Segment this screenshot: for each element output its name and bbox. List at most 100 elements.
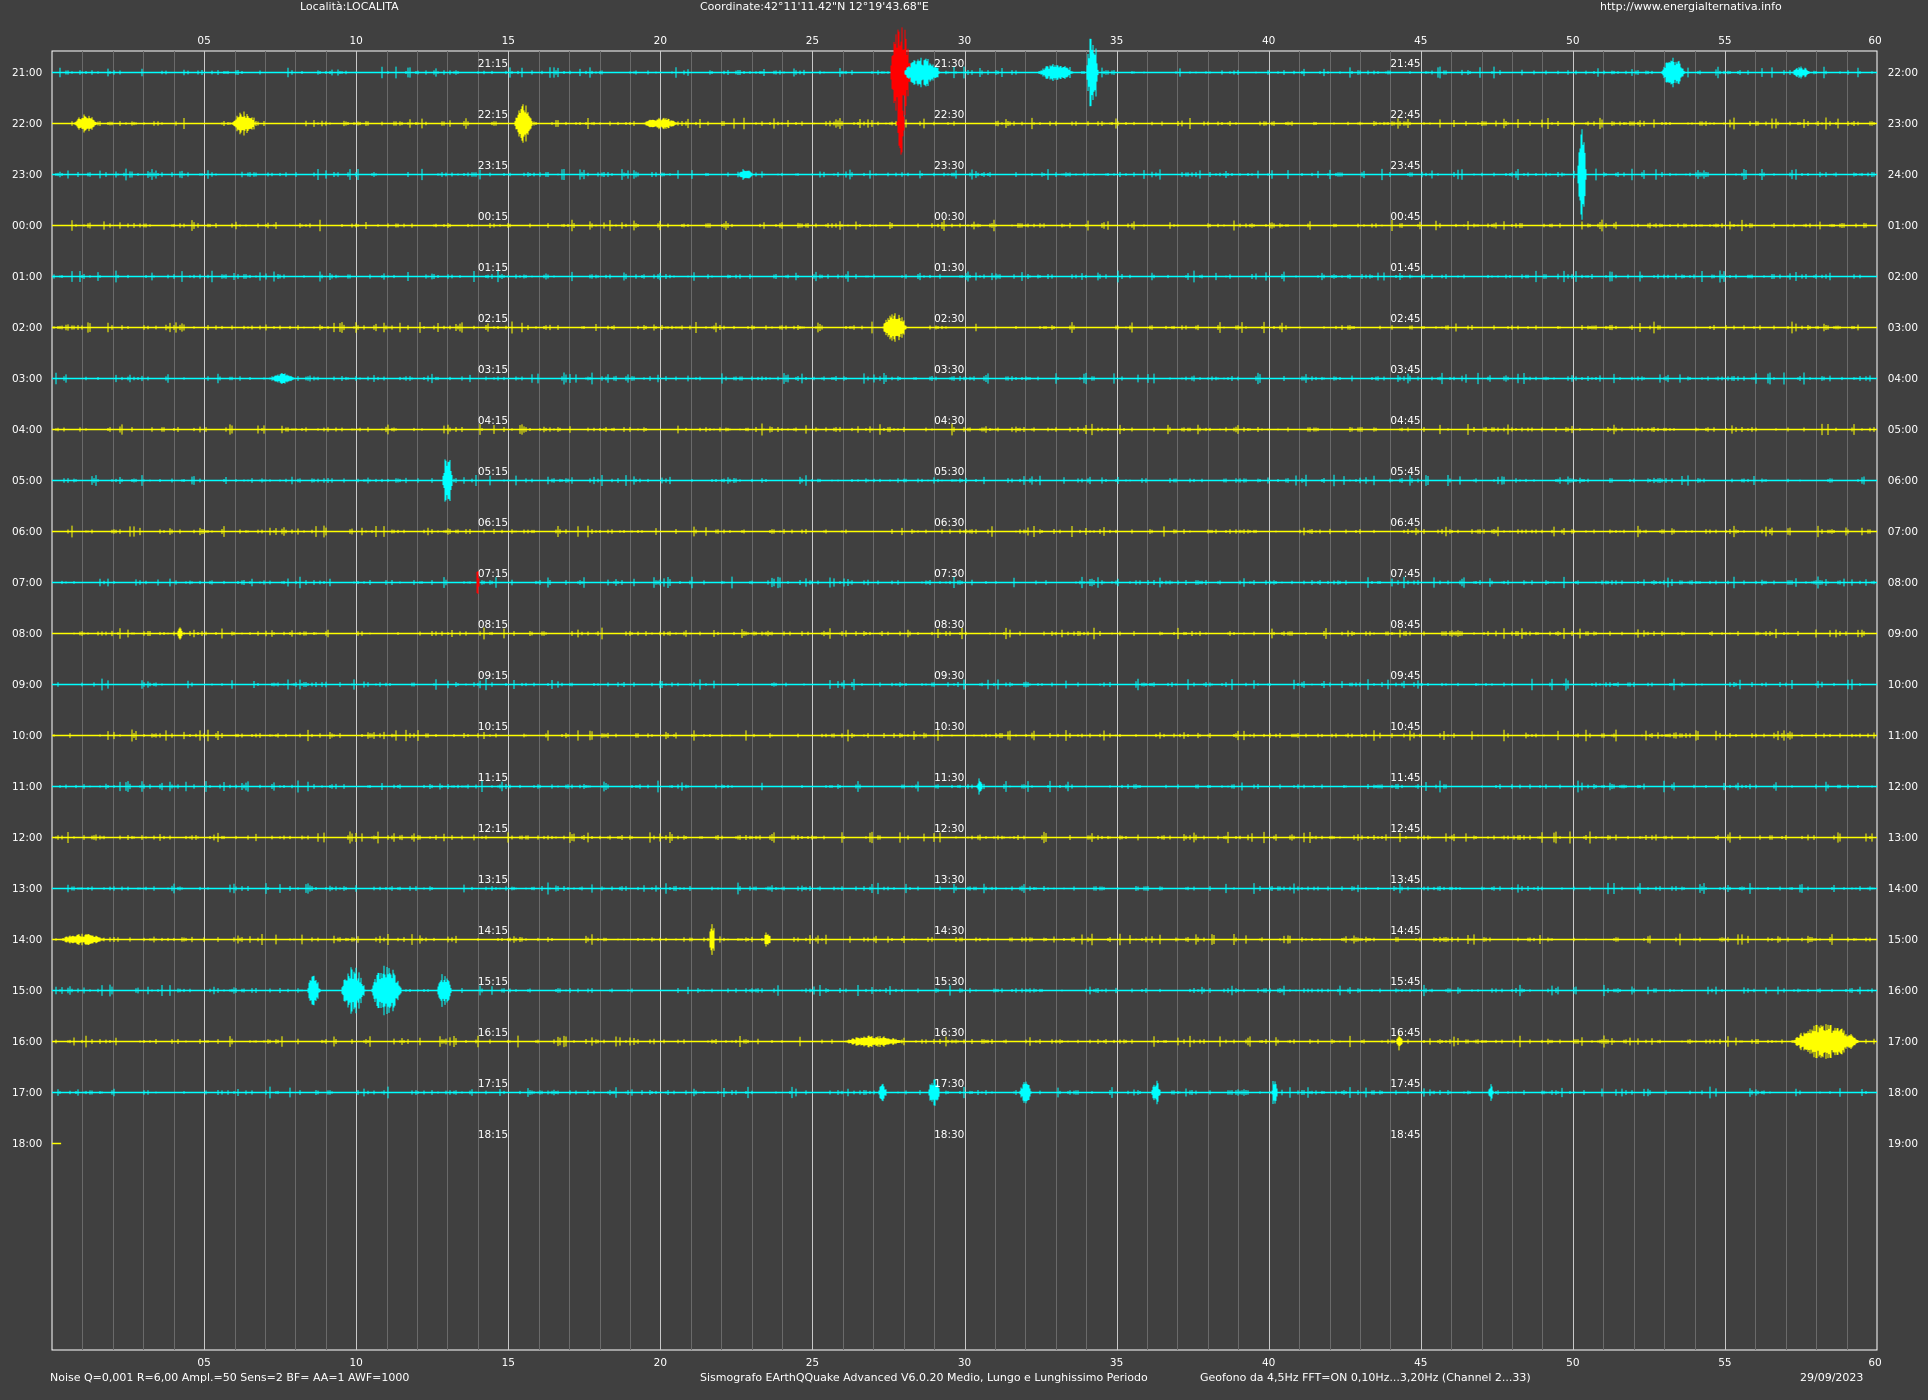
- x-tick-label-top: 15: [502, 35, 515, 47]
- row-time-label-left: 17:00: [12, 1087, 42, 1099]
- row-time-label-right: 18:00: [1888, 1087, 1918, 1099]
- seismic-event: [1487, 1084, 1494, 1101]
- x-tick-label-bottom: 40: [1262, 1357, 1275, 1369]
- quarter-time-label: 07:45: [1390, 568, 1420, 580]
- row-time-label-left: 07:00: [12, 577, 42, 589]
- row-time-label-left: 10:00: [12, 730, 42, 742]
- row-time-label-right: 17:00: [1888, 1036, 1918, 1048]
- row-time-label-left: 18:00: [12, 1138, 42, 1150]
- quarter-time-label: 04:15: [478, 415, 508, 427]
- x-tick-label-bottom: 30: [958, 1357, 971, 1369]
- quarter-time-label: 01:45: [1390, 262, 1420, 274]
- quarter-time-label: 23:45: [1390, 160, 1420, 172]
- quarter-time-label: 06:45: [1390, 517, 1420, 529]
- quarter-time-label: 17:45: [1390, 1078, 1420, 1090]
- quarter-time-label: 04:30: [934, 415, 964, 427]
- quarter-time-label: 14:15: [478, 925, 508, 937]
- x-tick-label-top: 05: [197, 35, 210, 47]
- row-time-label-right: 04:00: [1888, 373, 1918, 385]
- seismic-event: [878, 1083, 887, 1102]
- row-time-label-right: 14:00: [1888, 883, 1918, 895]
- x-tick-label-bottom: 05: [197, 1357, 210, 1369]
- row-time-label-left: 23:00: [12, 169, 42, 181]
- quarter-time-label: 23:30: [934, 160, 964, 172]
- x-tick-label-top: 35: [1110, 35, 1123, 47]
- seismic-event: [1661, 57, 1686, 88]
- quarter-time-label: 00:45: [1390, 211, 1420, 223]
- x-tick-label-top: 40: [1262, 35, 1275, 47]
- row-time-label-left: 22:00: [12, 118, 42, 130]
- quarter-time-label: 18:45: [1390, 1129, 1420, 1141]
- quarter-time-label: 07:15: [478, 568, 508, 580]
- row-time-label-right: 06:00: [1888, 475, 1918, 487]
- quarter-time-label: 15:15: [478, 976, 508, 988]
- row-time-label-left: 11:00: [12, 781, 42, 793]
- row-time-label-left: 05:00: [12, 475, 42, 487]
- quarter-time-label: 15:30: [934, 976, 964, 988]
- grid: [51, 50, 1878, 1351]
- row-time-label-right: 15:00: [1888, 934, 1918, 946]
- seismic-event: [1019, 1081, 1032, 1104]
- quarter-time-label: 14:30: [934, 925, 964, 937]
- seismic-event: [738, 169, 753, 180]
- row-time-label-right: 10:00: [1888, 679, 1918, 691]
- quarter-time-label: 15:45: [1390, 976, 1420, 988]
- row-time-label-left: 09:00: [12, 679, 42, 691]
- quarter-time-label: 21:45: [1390, 58, 1420, 70]
- x-tick-label-top: 20: [654, 35, 667, 47]
- seismic-event: [307, 975, 320, 1006]
- quarter-time-label: 16:45: [1390, 1027, 1420, 1039]
- x-tick-label-bottom: 25: [806, 1357, 819, 1369]
- x-tick-label-top: 55: [1718, 35, 1731, 47]
- row-time-label-left: 04:00: [12, 424, 42, 436]
- row-time-label-left: 01:00: [12, 271, 42, 283]
- seismic-event: [442, 459, 453, 502]
- x-tick-label-top: 60: [1868, 35, 1881, 47]
- row-time-label-right: 02:00: [1888, 271, 1918, 283]
- x-tick-label-bottom: 50: [1566, 1357, 1579, 1369]
- quarter-time-label: 09:15: [478, 670, 508, 682]
- row-time-label-left: 21:00: [12, 67, 42, 79]
- x-tick-label-bottom: 35: [1110, 1357, 1123, 1369]
- seismic-event: [763, 932, 770, 947]
- quarter-time-label: 22:45: [1390, 109, 1420, 121]
- quarter-time-label: 06:30: [934, 517, 964, 529]
- quarter-time-label: 01:30: [934, 262, 964, 274]
- seismic-event: [1792, 1024, 1859, 1059]
- x-tick-label-bottom: 20: [654, 1357, 667, 1369]
- row-time-label-left: 15:00: [12, 985, 42, 997]
- quarter-time-label: 13:45: [1390, 874, 1420, 886]
- quarter-time-label: 10:30: [934, 721, 964, 733]
- quarter-time-label: 05:45: [1390, 466, 1420, 478]
- quarter-time-label: 08:30: [934, 619, 964, 631]
- seismic-event: [1792, 66, 1810, 79]
- quarter-time-label: 05:15: [478, 466, 508, 478]
- quarter-time-label: 12:45: [1390, 823, 1420, 835]
- seismic-event: [642, 117, 678, 130]
- settings-label: Noise Q=0,001 R=6,00 Ampl.=50 Sens=2 BF=…: [50, 1371, 410, 1384]
- x-tick-label-bottom: 45: [1414, 1357, 1427, 1369]
- x-tick-label-top: 30: [958, 35, 971, 47]
- quarter-time-label: 04:45: [1390, 415, 1420, 427]
- quarter-time-label: 17:15: [478, 1078, 508, 1090]
- quarter-time-label: 11:15: [478, 772, 508, 784]
- quarter-time-label: 23:15: [478, 160, 508, 172]
- quarter-time-label: 05:30: [934, 466, 964, 478]
- quarter-time-label: 18:15: [478, 1129, 508, 1141]
- row-time-label-left: 06:00: [12, 526, 42, 538]
- seismic-event: [371, 965, 402, 1016]
- x-tick-label-top: 10: [349, 35, 362, 47]
- row-time-label-right: 24:00: [1888, 169, 1918, 181]
- quarter-time-label: 10:15: [478, 721, 508, 733]
- x-tick-label-top: 45: [1414, 35, 1427, 47]
- quarter-time-label: 16:15: [478, 1027, 508, 1039]
- row-time-label-right: 01:00: [1888, 220, 1918, 232]
- quarter-time-label: 02:15: [478, 313, 508, 325]
- x-tick-label-bottom: 10: [349, 1357, 362, 1369]
- row-time-label-left: 03:00: [12, 373, 42, 385]
- row-time-label-right: 12:00: [1888, 781, 1918, 793]
- seismic-event: [882, 313, 907, 342]
- x-tick-label-top: 25: [806, 35, 819, 47]
- row-time-label-right: 07:00: [1888, 526, 1918, 538]
- seismic-event: [60, 933, 105, 946]
